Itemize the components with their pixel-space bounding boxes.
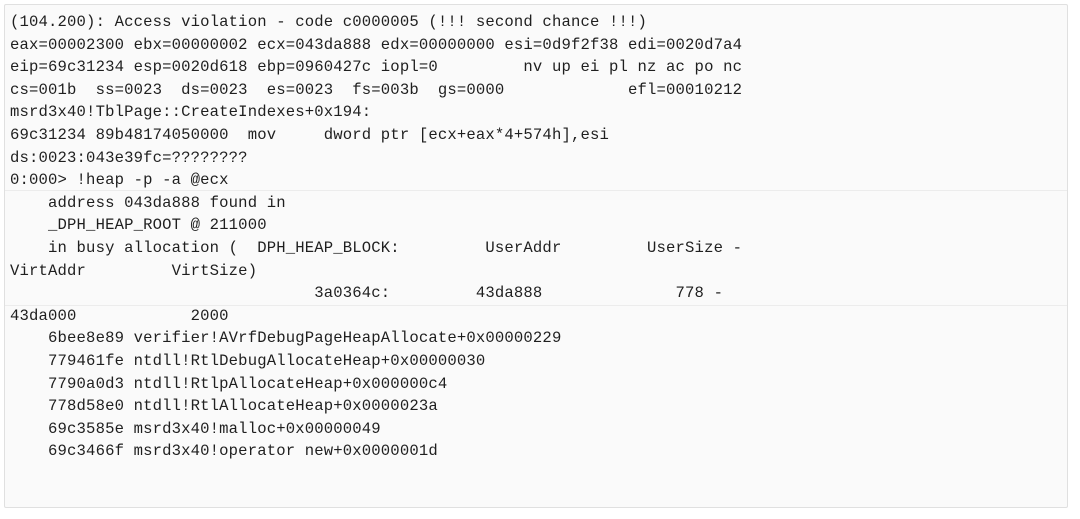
- debugger-console-panel[interactable]: (104.200): Access violation - code c0000…: [4, 4, 1068, 508]
- console-line-registers-2: eip=69c31234 esp=0020d618 ebp=0960427c i…: [10, 58, 743, 77]
- console-line-heap-values-cont: 43da000 2000: [10, 306, 229, 325]
- console-line-heap-root: _DPH_HEAP_ROOT @ 211000: [10, 216, 267, 235]
- console-line-memory-ref: ds:0023:043e39fc=????????: [10, 148, 248, 167]
- console-line-heap-columns: in busy allocation ( DPH_HEAP_BLOCK: Use…: [10, 238, 743, 257]
- console-line-faulting-symbol: msrd3x40!TblPage::CreateIndexes+0x194:: [10, 103, 372, 122]
- console-line-disassembly: 69c31234 89b48174050000 mov dword ptr [e…: [10, 125, 609, 144]
- console-line-heap-columns-cont: VirtAddr VirtSize): [10, 261, 258, 280]
- console-output-text[interactable]: (104.200): Access violation - code c0000…: [5, 5, 1067, 507]
- console-line-stack-frame-3: 778d58e0 ntdll!RtlAllocateHeap+0x0000023…: [10, 397, 438, 416]
- console-line-heap-address: address 043da888 found in: [10, 193, 286, 212]
- console-line-stack-frame-2: 7790a0d3 ntdll!RtlpAllocateHeap+0x000000…: [10, 374, 448, 393]
- console-line-stack-frame-1: 779461fe ntdll!RtlDebugAllocateHeap+0x00…: [10, 351, 486, 370]
- screenshot-root: (104.200): Access violation - code c0000…: [0, 0, 1080, 519]
- console-line-heap-values: 3a0364c: 43da888 778 -: [10, 284, 724, 303]
- console-line-stack-frame-5: 69c3466f msrd3x40!operator new+0x0000001…: [10, 442, 438, 461]
- console-line-command-prompt[interactable]: 0:000> !heap -p -a @ecx: [10, 169, 1067, 192]
- console-line-registers-1: eax=00002300 ebx=00000002 ecx=043da888 e…: [10, 35, 743, 54]
- console-line-exception: (104.200): Access violation - code c0000…: [10, 13, 648, 31]
- console-line-stack-frame-4: 69c3585e msrd3x40!malloc+0x00000049: [10, 419, 381, 438]
- console-line-segment-registers: cs=001b ss=0023 ds=0023 es=0023 fs=003b …: [10, 80, 743, 99]
- console-line-stack-frame-0: 6bee8e89 verifier!AVrfDebugPageHeapAlloc…: [10, 329, 562, 348]
